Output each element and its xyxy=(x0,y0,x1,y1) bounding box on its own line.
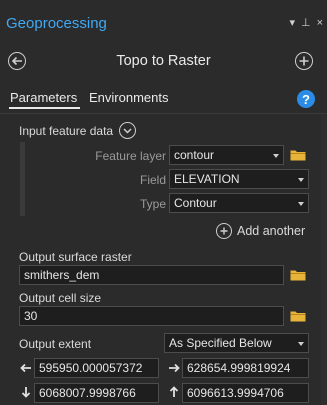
add-another-button[interactable]: Add another xyxy=(216,223,305,239)
type-select[interactable]: Contour xyxy=(169,193,309,213)
pane-title: Geoprocessing xyxy=(6,15,107,32)
type-value: Contour xyxy=(174,196,217,210)
cell-size-input[interactable]: 30 xyxy=(19,306,284,326)
divider xyxy=(0,113,327,114)
down-arrow-icon xyxy=(21,387,31,398)
expand-button[interactable] xyxy=(119,122,136,139)
up-arrow-icon xyxy=(169,386,179,397)
close-icon[interactable]: × xyxy=(317,17,323,29)
plus-circle-icon xyxy=(216,223,232,239)
tab-parameters[interactable]: Parameters xyxy=(10,90,77,106)
feature-layer-label: Feature layer xyxy=(95,149,166,163)
add-tool-button[interactable] xyxy=(295,52,313,70)
help-icon[interactable]: ? xyxy=(297,90,315,108)
extent-left-value: 595950.000057372 xyxy=(39,361,143,375)
extent-label: Output extent xyxy=(19,337,92,351)
dropdown-arrow-icon xyxy=(273,154,279,158)
dropdown-arrow-icon xyxy=(298,342,304,346)
group-indicator xyxy=(20,142,25,216)
folder-icon[interactable] xyxy=(290,269,306,281)
output-raster-label: Output surface raster xyxy=(19,250,132,264)
cell-size-value: 30 xyxy=(24,309,38,323)
add-another-label: Add another xyxy=(237,224,306,238)
extent-top-value: 6096613.9994706 xyxy=(187,386,284,400)
field-select[interactable]: ELEVATION xyxy=(169,169,309,189)
pin-icon[interactable]: ⊥ xyxy=(301,17,311,29)
tab-environments[interactable]: Environments xyxy=(89,90,168,106)
extent-mode-select[interactable]: As Specified Below xyxy=(164,333,309,353)
field-label: Field xyxy=(139,173,166,187)
left-arrow-icon xyxy=(20,363,31,373)
dropdown-arrow-icon xyxy=(298,202,304,206)
tool-title: Topo to Raster xyxy=(116,53,211,69)
feature-layer-value: contour xyxy=(174,148,215,162)
options-menu-icon[interactable]: ▾ xyxy=(289,17,295,29)
dropdown-arrow-icon xyxy=(298,178,304,182)
extent-mode-value: As Specified Below xyxy=(169,336,272,350)
input-feature-label: Input feature data xyxy=(19,124,114,138)
right-arrow-icon xyxy=(169,363,180,373)
extent-bottom-value: 6068007.9998766 xyxy=(39,386,136,400)
feature-layer-select[interactable]: contour xyxy=(169,145,284,165)
output-raster-value: smithers_dem xyxy=(24,268,100,282)
extent-bottom-input[interactable]: 6068007.9998766 xyxy=(34,383,159,403)
type-label: Type xyxy=(139,197,166,211)
window-controls: ▾ ⊥ × xyxy=(289,17,323,29)
scrollbar[interactable] xyxy=(321,114,327,405)
active-tab-indicator xyxy=(9,107,80,109)
output-raster-input[interactable]: smithers_dem xyxy=(19,265,284,285)
cell-size-label: Output cell size xyxy=(19,291,102,305)
plus-circle-icon xyxy=(299,56,309,66)
chevron-down-icon xyxy=(123,127,132,134)
extent-right-input[interactable]: 628654.999819924 xyxy=(182,358,309,378)
folder-icon[interactable] xyxy=(290,149,306,161)
extent-top-input[interactable]: 6096613.9994706 xyxy=(182,383,309,403)
extent-right-value: 628654.999819924 xyxy=(187,361,291,375)
folder-icon[interactable] xyxy=(290,310,306,322)
field-value: ELEVATION xyxy=(174,172,240,186)
extent-left-input[interactable]: 595950.000057372 xyxy=(34,358,159,378)
